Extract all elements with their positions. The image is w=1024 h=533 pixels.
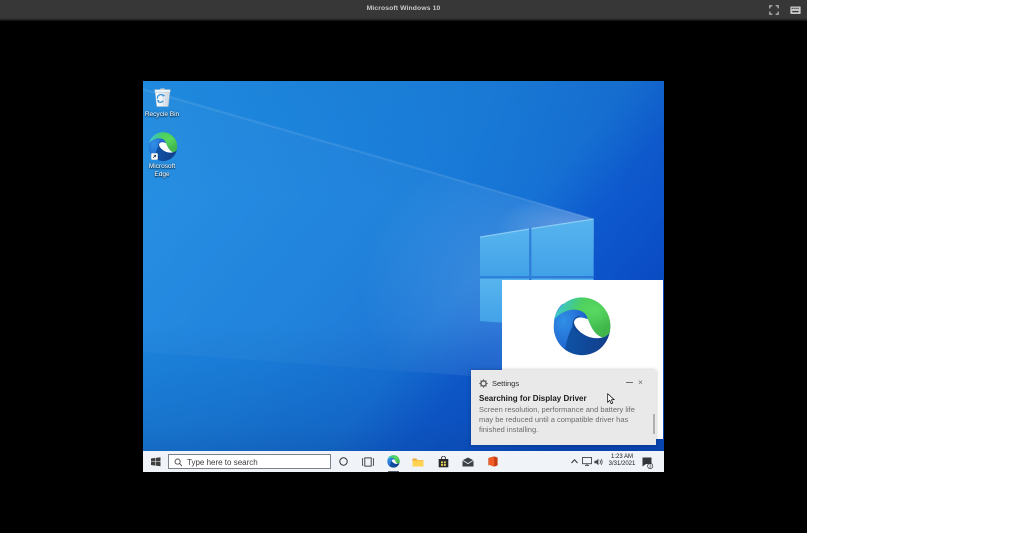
svg-text:3: 3	[648, 464, 651, 469]
